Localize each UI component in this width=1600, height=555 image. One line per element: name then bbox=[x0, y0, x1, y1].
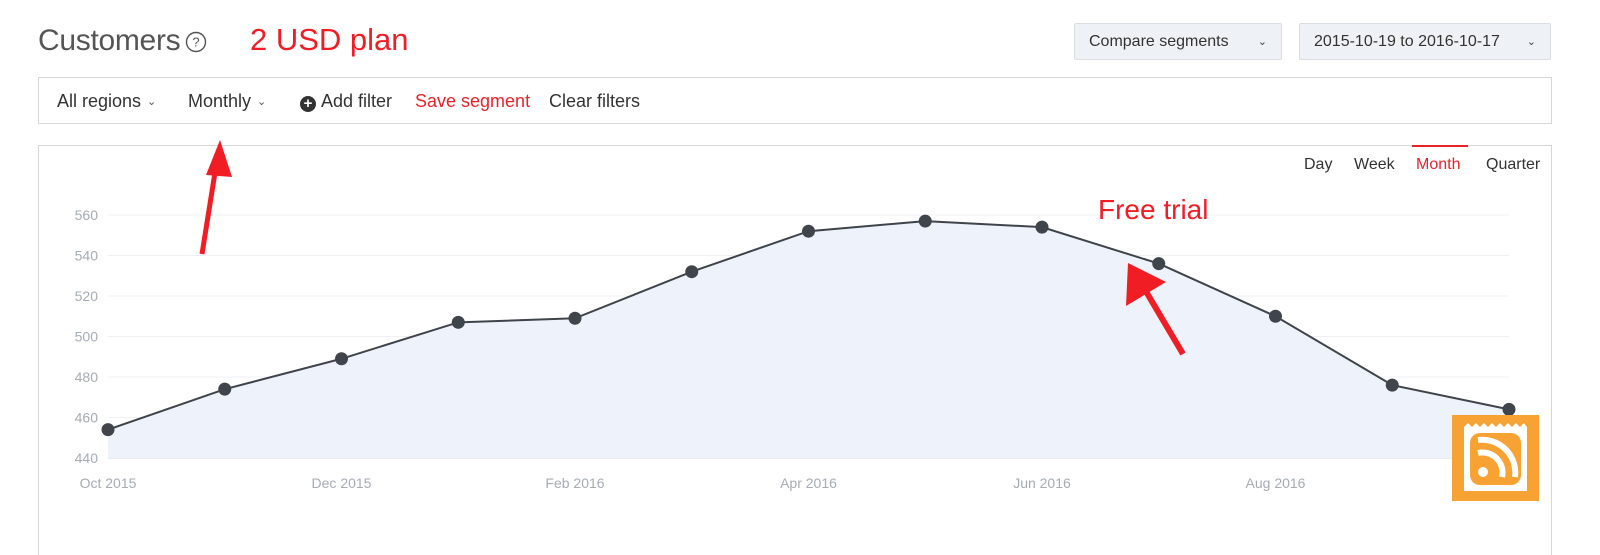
y-tick-label: 540 bbox=[75, 248, 99, 264]
data-point[interactable] bbox=[335, 352, 348, 366]
data-point[interactable] bbox=[1385, 378, 1399, 392]
free-trial-annotation: Free trial bbox=[1098, 194, 1208, 225]
data-point[interactable] bbox=[218, 382, 232, 396]
y-tick-label: 560 bbox=[75, 207, 99, 223]
data-point[interactable] bbox=[1152, 257, 1166, 271]
x-tick-label: Feb 2016 bbox=[545, 475, 604, 491]
customers-chart: 440 460 480 500 520 540 560 Oct 2015 Dec 2015 Fe… bbox=[75, 140, 1516, 491]
x-tick-label: Oct 2015 bbox=[80, 475, 137, 491]
data-point[interactable] bbox=[568, 311, 582, 325]
x-tick-label: Dec 2015 bbox=[312, 475, 372, 491]
data-point[interactable] bbox=[918, 214, 932, 228]
data-point[interactable] bbox=[1502, 402, 1516, 416]
y-tick-label: 500 bbox=[75, 329, 99, 345]
data-point[interactable] bbox=[685, 265, 699, 279]
y-tick-label: 460 bbox=[75, 410, 99, 426]
annotation-arrow-up bbox=[199, 140, 232, 255]
data-point[interactable] bbox=[451, 315, 465, 329]
data-point[interactable] bbox=[1035, 220, 1049, 234]
area-fill bbox=[108, 221, 1509, 458]
data-point[interactable] bbox=[1269, 309, 1282, 323]
x-tick-label: Aug 2016 bbox=[1246, 475, 1306, 491]
y-tick-label: 440 bbox=[75, 450, 99, 466]
x-tick-label: Apr 2016 bbox=[780, 475, 837, 491]
rss-icon[interactable] bbox=[1452, 415, 1539, 501]
x-tick-label: Jun 2016 bbox=[1013, 475, 1071, 491]
data-point[interactable] bbox=[802, 224, 815, 238]
data-point[interactable] bbox=[101, 423, 115, 437]
y-tick-label: 480 bbox=[75, 369, 99, 385]
y-tick-label: 520 bbox=[75, 288, 99, 304]
